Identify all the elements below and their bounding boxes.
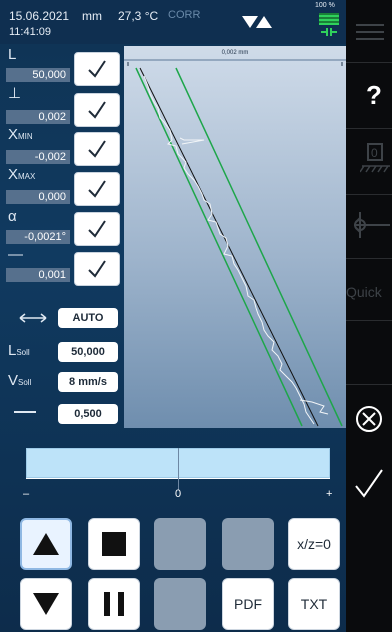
zero-reference-icon[interactable]: 0 <box>360 140 390 180</box>
toggle-alpha-button[interactable] <box>74 212 120 246</box>
param-xmax-label: XMAX <box>8 166 36 183</box>
check-icon <box>88 220 106 238</box>
profile-chart-canvas <box>124 59 346 427</box>
confirm-check-icon[interactable] <box>354 468 384 498</box>
sidebar-divider <box>346 194 392 195</box>
tolerance-input[interactable]: 0,500 <box>58 404 118 424</box>
param-xmin-label: XMIN <box>8 126 33 143</box>
toggle-xmin-button[interactable] <box>74 132 120 166</box>
sidebar-divider <box>346 384 392 385</box>
sidebar-divider <box>346 62 392 63</box>
deviation-zero-label: 0 <box>175 488 182 500</box>
stop-button[interactable] <box>88 518 140 570</box>
cancel-icon[interactable] <box>354 404 384 434</box>
param-length-value: 50,000 <box>6 68 70 82</box>
param-length-label: L <box>8 46 17 63</box>
sidebar-divider <box>346 128 392 129</box>
check-icon <box>88 60 106 78</box>
pdf-export-button[interactable]: PDF <box>222 578 274 630</box>
stop-icon <box>102 532 126 556</box>
control-panel: x/z=0 PDF TXT <box>10 512 346 632</box>
check-icon <box>88 180 106 198</box>
status-time: 11:41:09 <box>9 26 52 38</box>
disabled-button-1 <box>154 518 206 570</box>
sidebar-divider <box>346 320 392 321</box>
toggle-perpendicularity-button[interactable] <box>74 93 120 127</box>
deviation-plus-label: + <box>326 488 333 500</box>
status-date: 15.06.2021 <box>9 9 70 23</box>
move-up-button[interactable] <box>20 518 72 570</box>
param-alpha-value: -0,0021° <box>6 230 70 244</box>
profile-spike-lower <box>299 399 329 415</box>
param-perpendicularity-label: ⊥ <box>8 85 22 102</box>
txt-label: TXT <box>300 596 328 612</box>
toggle-length-button[interactable] <box>74 52 120 86</box>
triangle-down-icon <box>33 593 59 615</box>
triangle-up-icon <box>33 533 59 555</box>
status-unit: mm <box>82 9 102 23</box>
mode-auto-button[interactable]: AUTO <box>58 308 118 328</box>
quick-button[interactable]: Quick <box>346 284 392 300</box>
param-perpendicularity-value: 0,002 <box>6 110 70 124</box>
probe-icon[interactable] <box>350 208 390 242</box>
menu-icon[interactable] <box>356 22 384 42</box>
status-temperature: 27,3 °C <box>118 9 159 23</box>
tolerance-line-right <box>175 67 343 427</box>
pdf-label: PDF <box>234 596 262 612</box>
l-soll-input[interactable]: 50,000 <box>58 342 118 362</box>
param-xmax-value: 0,000 <box>6 190 70 204</box>
app-main: 15.06.2021 11:41:09 mm 27,3 °C CORR 100 … <box>0 0 346 632</box>
disabled-button-3 <box>154 578 206 630</box>
battery-percent: 100 % <box>315 2 335 9</box>
svg-text:0: 0 <box>371 146 378 160</box>
param-alpha-label: α <box>8 208 17 225</box>
xz-zero-button[interactable]: x/z=0 <box>288 518 340 570</box>
straightness-icon <box>14 411 36 413</box>
pause-icon <box>104 592 124 616</box>
check-icon <box>88 260 106 278</box>
disabled-button-2 <box>222 518 274 570</box>
help-button[interactable]: ? <box>366 80 382 111</box>
xz-zero-label: x/z=0 <box>297 536 331 552</box>
brand-logo-icon <box>242 16 272 28</box>
tolerance-line-left <box>135 67 303 427</box>
deviation-minus-label: – <box>23 488 30 500</box>
v-soll-input[interactable]: 8 mm/s <box>58 372 118 392</box>
sidebar-divider <box>346 258 392 259</box>
status-corr: CORR <box>168 9 201 21</box>
txt-export-button[interactable]: TXT <box>288 578 340 630</box>
param-xmin-value: -0,002 <box>6 150 70 164</box>
profile-spike <box>179 137 205 145</box>
right-sidebar: ? 0 Quick <box>346 0 392 632</box>
param-straightness-label: — <box>8 246 23 263</box>
param-straightness-value: 0,001 <box>6 268 70 282</box>
check-icon <box>88 140 106 158</box>
v-soll-label: VSoll <box>8 372 32 389</box>
move-down-button[interactable] <box>20 578 72 630</box>
toggle-xmax-button[interactable] <box>74 172 120 206</box>
direction-arrow-icon <box>19 313 47 323</box>
pause-button[interactable] <box>88 578 140 630</box>
l-soll-label: LSoll <box>8 342 30 359</box>
reference-line <box>139 67 319 427</box>
check-icon <box>88 101 106 119</box>
status-bar: 15.06.2021 11:41:09 mm 27,3 °C CORR 100 … <box>0 0 346 44</box>
profile-chart: 0,002 mm <box>124 46 346 428</box>
battery-charging-icon <box>319 13 339 36</box>
deviation-zero-marker <box>178 448 179 490</box>
toggle-straightness-button[interactable] <box>74 252 120 286</box>
